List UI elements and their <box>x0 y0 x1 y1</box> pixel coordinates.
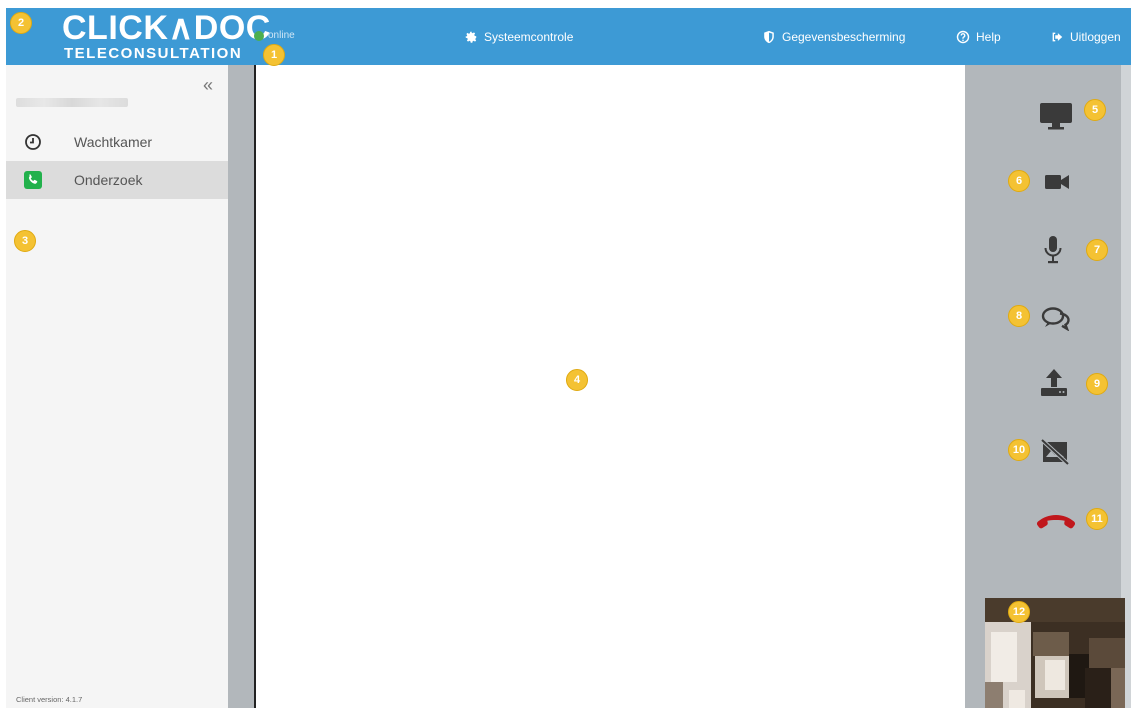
annotation-badge: 6 <box>1008 170 1030 192</box>
clock-icon <box>23 132 43 152</box>
annotation-badge: 8 <box>1008 305 1030 327</box>
gear-icon <box>465 31 477 43</box>
connection-status: online <box>254 30 295 41</box>
system-check-label: Systeemcontrole <box>484 30 574 44</box>
annotation-badge: 10 <box>1008 439 1030 461</box>
sidebar-item-examination[interactable]: Onderzoek <box>6 161 228 199</box>
logout-label: Uitloggen <box>1070 30 1121 44</box>
video-pixel <box>1111 668 1125 708</box>
annotation-badge: 2 <box>10 12 32 34</box>
self-view-video[interactable] <box>985 598 1125 708</box>
upload-icon <box>1041 369 1067 396</box>
sidebar-item-waiting-room[interactable]: Wachtkamer <box>6 123 228 161</box>
screen-share-button[interactable] <box>1036 98 1076 134</box>
microphone-toggle-button[interactable] <box>1038 232 1068 268</box>
video-pixel <box>1089 638 1125 668</box>
annotation-badge: 11 <box>1086 508 1108 530</box>
status-label: online <box>268 30 295 41</box>
sidebar-gutter <box>228 65 254 708</box>
sidebar: « Wachtkamer Onderzoek Client version: 4… <box>6 65 228 708</box>
image-off-button[interactable] <box>1038 436 1072 468</box>
video-pixel <box>1033 632 1069 656</box>
status-dot-icon <box>254 30 264 41</box>
upload-button[interactable] <box>1036 364 1072 400</box>
logout-link[interactable]: Uitloggen <box>1050 30 1121 44</box>
chat-icon <box>1041 307 1070 331</box>
video-pixel <box>1045 660 1065 690</box>
video-pixel <box>1085 668 1111 708</box>
annotation-badge: 5 <box>1084 99 1106 121</box>
video-camera-icon <box>1045 175 1069 189</box>
microphone-icon <box>1044 236 1062 264</box>
privacy-label: Gegevensbescherming <box>782 30 906 44</box>
client-version: Client version: 4.1.7 <box>16 695 83 704</box>
hangup-button[interactable] <box>1032 508 1080 534</box>
app-window: CLICK∧DOC TELECONSULTATION online Systee… <box>0 0 1131 708</box>
logo: CLICK∧DOC TELECONSULTATION <box>58 10 270 62</box>
logout-icon <box>1052 32 1063 42</box>
annotation-badge: 12 <box>1008 601 1030 623</box>
video-pixel <box>1009 690 1025 708</box>
annotation-badge: 1 <box>263 44 285 66</box>
blurred-user-name <box>16 98 128 107</box>
help-label: Help <box>976 30 1001 44</box>
video-pixel <box>985 682 1003 708</box>
help-link[interactable]: Help <box>956 30 1001 44</box>
annotation-badge: 7 <box>1086 239 1108 261</box>
shield-icon <box>764 30 774 44</box>
phone-icon <box>23 170 43 190</box>
collapse-sidebar-button[interactable]: « <box>203 75 213 96</box>
video-pixel <box>985 598 1125 622</box>
main-video-area <box>254 65 965 708</box>
logo-sub-text: TELECONSULTATION <box>64 45 243 62</box>
hangup-icon <box>1036 515 1076 529</box>
top-bar: CLICK∧DOC TELECONSULTATION online Systee… <box>6 8 1131 65</box>
sidebar-item-label: Wachtkamer <box>74 134 153 150</box>
annotation-badge: 9 <box>1086 373 1108 395</box>
image-off-icon <box>1040 438 1070 466</box>
system-check-link[interactable]: Systeemcontrole <box>464 30 573 44</box>
sidebar-item-label: Onderzoek <box>74 172 143 188</box>
annotation-badge: 4 <box>566 369 588 391</box>
monitor-icon <box>1040 103 1072 130</box>
camera-toggle-button[interactable] <box>1040 168 1074 196</box>
annotation-badge: 3 <box>14 230 36 252</box>
logo-main-text: CLICK∧DOC <box>62 9 271 47</box>
help-icon <box>956 30 970 44</box>
privacy-link[interactable]: Gegevensbescherming <box>762 30 905 44</box>
chat-button[interactable] <box>1038 302 1074 334</box>
video-pixel <box>991 632 1017 682</box>
